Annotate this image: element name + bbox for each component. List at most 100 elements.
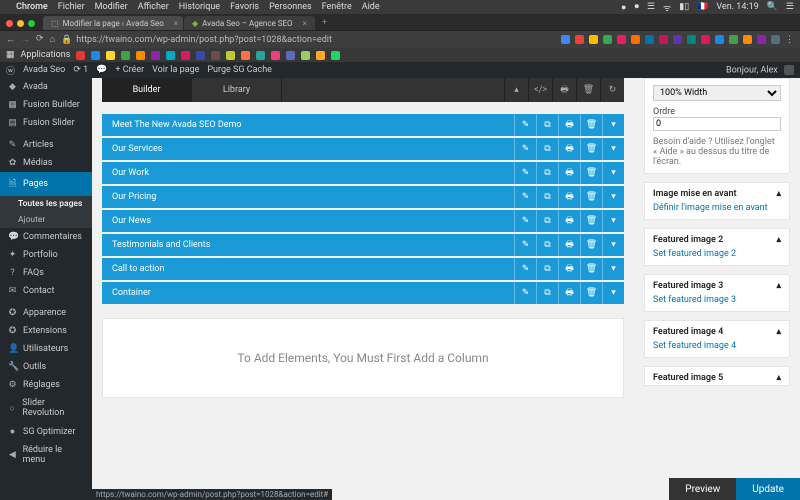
row-edit-icon[interactable]: ✎ <box>514 234 536 256</box>
menu-people[interactable]: Personnes <box>269 2 312 12</box>
ext-icon[interactable] <box>575 35 584 44</box>
row-edit-icon[interactable]: ✎ <box>514 258 536 280</box>
bookmark-icon[interactable] <box>136 51 145 60</box>
bookmark-icon[interactable] <box>196 51 205 60</box>
row-expand-icon[interactable]: ▾ <box>602 138 624 160</box>
sidebar-item-portfolio[interactable]: ✦Portfolio <box>0 246 92 264</box>
url-field[interactable]: 🔒 https://twaino.com/wp-admin/post.php?p… <box>61 35 332 45</box>
ext-icon[interactable] <box>631 35 640 44</box>
toggle-icon[interactable]: ▴ <box>776 235 781 245</box>
menu-icon[interactable]: ⋮ <box>785 35 794 44</box>
wifi-icon[interactable]: ᯤ <box>663 1 671 14</box>
sidebar-item-contact[interactable]: ✉Contact <box>0 282 92 300</box>
lock-icon[interactable]: 🔒 <box>61 35 72 45</box>
apps-label[interactable]: Applications <box>21 50 71 60</box>
builder-container-row[interactable]: Our Pricing✎⧉🖶🗑▾ <box>102 186 624 208</box>
builder-container-row[interactable]: Call to action✎⧉🖶🗑▾ <box>102 258 624 280</box>
toggle-icon[interactable]: ▴ <box>776 373 781 383</box>
row-expand-icon[interactable]: ▾ <box>602 186 624 208</box>
ext-icon[interactable] <box>743 35 752 44</box>
ext-icon[interactable] <box>603 35 612 44</box>
bookmark-icon[interactable] <box>121 51 130 60</box>
menu-edit[interactable]: Modifier <box>95 2 128 12</box>
bookmark-icon[interactable] <box>241 51 250 60</box>
new-content[interactable]: + Créer <box>115 65 144 75</box>
bookmark-icon[interactable] <box>316 51 325 60</box>
sidebar-item-fusion-builder[interactable]: ▦Fusion Builder <box>0 96 92 114</box>
sidebar-item-slider-revolution[interactable]: ○Slider Revolution <box>0 394 92 422</box>
row-clone-icon[interactable]: ⧉ <box>536 234 558 256</box>
bookmark-icon[interactable] <box>76 51 85 60</box>
menu-file[interactable]: Fichier <box>58 2 85 12</box>
sidebar-item-médias[interactable]: ✿Médias <box>0 154 92 172</box>
builder-container-row[interactable]: Our News✎⧉🖶🗑▾ <box>102 210 624 232</box>
bookmark-icon[interactable] <box>301 51 310 60</box>
row-edit-icon[interactable]: ✎ <box>514 162 536 184</box>
builder-container-row[interactable]: Testimonials and Clients✎⧉🖶🗑▾ <box>102 234 624 256</box>
builder-container-row[interactable]: Our Work✎⧉🖶🗑▾ <box>102 162 624 184</box>
bookmark-icon[interactable] <box>286 51 295 60</box>
row-expand-icon[interactable]: ▾ <box>602 282 624 304</box>
menu-window[interactable]: Fenêtre <box>322 2 352 12</box>
set-featured-link[interactable]: Set featured image 3 <box>653 295 736 305</box>
ext-icon[interactable] <box>617 35 626 44</box>
bookmark-icon[interactable] <box>331 51 340 60</box>
sidebar-item-utilisateurs[interactable]: 👤Utilisateurs <box>0 340 92 358</box>
close-window-icon[interactable] <box>6 20 13 27</box>
row-clone-icon[interactable]: ⧉ <box>536 138 558 160</box>
row-clone-icon[interactable]: ⧉ <box>536 210 558 232</box>
browser-tab-2[interactable]: ◆ Avada Seo – Agence SEO × <box>184 16 315 30</box>
close-tab-icon[interactable]: × <box>303 19 307 28</box>
notif-icon[interactable]: ☰ <box>786 2 794 12</box>
tool-history-icon[interactable]: ↻ <box>600 78 624 102</box>
ext-icon[interactable] <box>561 35 570 44</box>
sidebar-subitem[interactable]: Ajouter <box>0 212 92 228</box>
set-featured-link[interactable]: Set featured image 2 <box>653 249 736 259</box>
row-trash-icon[interactable]: 🗑 <box>580 258 602 280</box>
row-save-icon[interactable]: 🖶 <box>558 210 580 232</box>
bookmark-icon[interactable] <box>226 51 235 60</box>
sidebar-item-avada[interactable]: ◆Avada <box>0 78 92 96</box>
bookmark-icon[interactable] <box>271 51 280 60</box>
sidebar-item-commentaires[interactable]: 💬Commentaires <box>0 228 92 246</box>
row-clone-icon[interactable]: ⧉ <box>536 258 558 280</box>
toggle-icon[interactable]: ▴ <box>776 281 781 291</box>
width-select[interactable]: 100% Width <box>653 85 781 101</box>
bookmark-icon[interactable] <box>91 51 100 60</box>
row-edit-icon[interactable]: ✎ <box>514 186 536 208</box>
close-tab-icon[interactable]: × <box>174 19 178 28</box>
ext-icon[interactable] <box>771 35 780 44</box>
toggle-icon[interactable]: ▴ <box>776 327 781 337</box>
bookmark-icon[interactable] <box>256 51 265 60</box>
row-expand-icon[interactable]: ▾ <box>602 114 624 136</box>
new-tab-button[interactable]: + <box>316 18 333 30</box>
row-edit-icon[interactable]: ✎ <box>514 138 536 160</box>
menu-view[interactable]: Afficher <box>138 2 169 12</box>
row-trash-icon[interactable]: 🗑 <box>580 186 602 208</box>
tool-trash-icon[interactable]: 🗑 <box>576 78 600 102</box>
sidebar-item-faqs[interactable]: ?FAQs <box>0 264 92 282</box>
order-input[interactable] <box>653 117 781 131</box>
tab-builder[interactable]: Builder <box>102 78 192 102</box>
ext-icon[interactable] <box>673 35 682 44</box>
tool-code-icon[interactable]: </> <box>528 78 552 102</box>
ext-icon[interactable] <box>701 35 710 44</box>
row-expand-icon[interactable]: ▾ <box>602 258 624 280</box>
row-edit-icon[interactable]: ✎ <box>514 114 536 136</box>
builder-container-row[interactable]: Container✎⧉🖶🗑▾ <box>102 282 624 304</box>
sidebar-subitem[interactable]: Toutes les pages <box>0 196 92 212</box>
row-expand-icon[interactable]: ▾ <box>602 234 624 256</box>
row-save-icon[interactable]: 🖶 <box>558 186 580 208</box>
apps-icon[interactable]: ▦ <box>6 50 15 60</box>
maximize-window-icon[interactable] <box>28 20 35 27</box>
clock[interactable]: Ven. 14:19 <box>716 2 758 12</box>
bookmark-icon[interactable] <box>211 51 220 60</box>
flag-icon[interactable]: 🇫🇷 <box>697 2 708 12</box>
bookmark-icon[interactable] <box>181 51 190 60</box>
tool-save-icon[interactable]: 🖶 <box>552 78 576 102</box>
minimize-window-icon[interactable] <box>17 20 24 27</box>
row-save-icon[interactable]: 🖶 <box>558 234 580 256</box>
update-button[interactable]: Update <box>736 478 800 500</box>
row-save-icon[interactable]: 🖶 <box>558 162 580 184</box>
home-button[interactable]: ⌂ <box>50 34 55 45</box>
